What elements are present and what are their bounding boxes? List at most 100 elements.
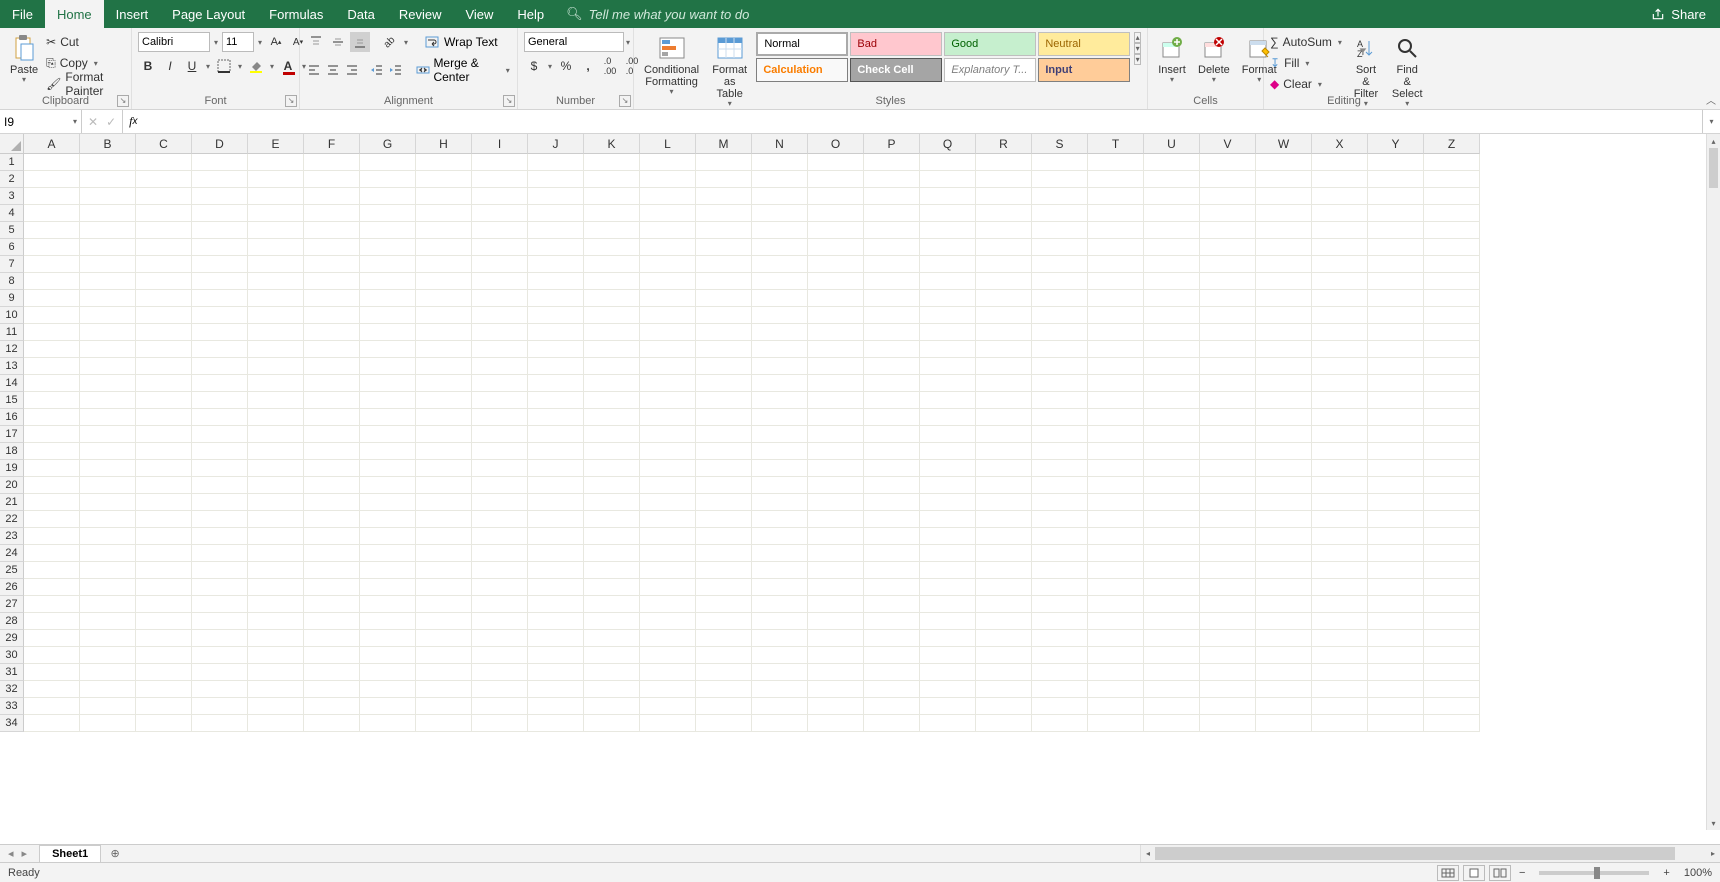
cell[interactable]: [1200, 409, 1256, 426]
cell[interactable]: [1032, 715, 1088, 732]
cell[interactable]: [24, 698, 80, 715]
cell[interactable]: [696, 290, 752, 307]
cell[interactable]: [864, 307, 920, 324]
cell[interactable]: [1088, 647, 1144, 664]
tab-home[interactable]: Home: [45, 0, 104, 28]
cell[interactable]: [920, 409, 976, 426]
cell[interactable]: [920, 392, 976, 409]
cell[interactable]: [752, 698, 808, 715]
row-header[interactable]: 22: [0, 511, 24, 528]
cell[interactable]: [1368, 358, 1424, 375]
cell[interactable]: [80, 494, 136, 511]
cell[interactable]: [1200, 188, 1256, 205]
cell[interactable]: [584, 324, 640, 341]
cell[interactable]: [1088, 307, 1144, 324]
cell[interactable]: [1368, 477, 1424, 494]
cell[interactable]: [976, 477, 1032, 494]
cell[interactable]: [584, 511, 640, 528]
cell[interactable]: [24, 426, 80, 443]
style-check-cell[interactable]: Check Cell: [850, 58, 942, 82]
cell[interactable]: [528, 239, 584, 256]
decrease-indent-icon[interactable]: [369, 60, 386, 80]
cell[interactable]: [304, 375, 360, 392]
cell[interactable]: [1200, 596, 1256, 613]
cell[interactable]: [136, 341, 192, 358]
cell[interactable]: [808, 715, 864, 732]
cell[interactable]: [1200, 273, 1256, 290]
cell[interactable]: [80, 545, 136, 562]
cell[interactable]: [80, 528, 136, 545]
cell[interactable]: [472, 256, 528, 273]
style-bad[interactable]: Bad: [850, 32, 942, 56]
chevron-down-icon[interactable]: ▾: [73, 117, 77, 126]
cell[interactable]: [416, 460, 472, 477]
cell[interactable]: [1088, 341, 1144, 358]
cell[interactable]: [696, 341, 752, 358]
cell[interactable]: [472, 630, 528, 647]
cell[interactable]: [976, 562, 1032, 579]
cell[interactable]: [584, 494, 640, 511]
cell[interactable]: [976, 392, 1032, 409]
cell[interactable]: [640, 409, 696, 426]
autosum-button[interactable]: ∑ AutoSum ▾: [1270, 32, 1344, 52]
cell[interactable]: [80, 681, 136, 698]
cell[interactable]: [80, 477, 136, 494]
cell[interactable]: [192, 681, 248, 698]
cell[interactable]: [192, 290, 248, 307]
cell[interactable]: [696, 222, 752, 239]
fill-button[interactable]: ↧ Fill ▾: [1270, 53, 1344, 73]
cell[interactable]: [80, 307, 136, 324]
cell[interactable]: [864, 154, 920, 171]
cell[interactable]: [1032, 358, 1088, 375]
cell[interactable]: [24, 188, 80, 205]
row-header[interactable]: 30: [0, 647, 24, 664]
cell[interactable]: [752, 528, 808, 545]
cell[interactable]: [528, 290, 584, 307]
dialog-launcher-icon[interactable]: ↘: [619, 95, 631, 107]
cell[interactable]: [1424, 443, 1480, 460]
cell[interactable]: [864, 494, 920, 511]
dialog-launcher-icon[interactable]: ↘: [117, 95, 129, 107]
cell[interactable]: [584, 188, 640, 205]
cell[interactable]: [416, 358, 472, 375]
cell[interactable]: [1200, 664, 1256, 681]
cell[interactable]: [640, 239, 696, 256]
cell[interactable]: [416, 494, 472, 511]
cell[interactable]: [808, 545, 864, 562]
column-header[interactable]: M: [696, 134, 752, 154]
cells-area[interactable]: [24, 154, 1706, 830]
column-header[interactable]: B: [80, 134, 136, 154]
cell[interactable]: [1312, 715, 1368, 732]
sheet-nav-prev-icon[interactable]: ◂: [8, 847, 14, 860]
cell[interactable]: [528, 341, 584, 358]
cell[interactable]: [1312, 426, 1368, 443]
cell[interactable]: [864, 562, 920, 579]
cell[interactable]: [976, 681, 1032, 698]
cell[interactable]: [976, 358, 1032, 375]
row-header[interactable]: 17: [0, 426, 24, 443]
tab-view[interactable]: View: [453, 0, 505, 28]
increase-decimal-icon[interactable]: .0.00: [600, 56, 620, 76]
cell[interactable]: [248, 239, 304, 256]
cell[interactable]: [976, 630, 1032, 647]
cell[interactable]: [416, 579, 472, 596]
cell[interactable]: [1032, 154, 1088, 171]
cell[interactable]: [696, 562, 752, 579]
cell[interactable]: [528, 579, 584, 596]
cell[interactable]: [808, 324, 864, 341]
cell[interactable]: [640, 460, 696, 477]
cell[interactable]: [360, 613, 416, 630]
cell[interactable]: [1312, 681, 1368, 698]
cell[interactable]: [1368, 647, 1424, 664]
cell[interactable]: [192, 205, 248, 222]
cell[interactable]: [1256, 222, 1312, 239]
cell[interactable]: [696, 715, 752, 732]
cell[interactable]: [808, 375, 864, 392]
cell[interactable]: [248, 307, 304, 324]
cell[interactable]: [1200, 205, 1256, 222]
cell[interactable]: [1088, 715, 1144, 732]
cell[interactable]: [1424, 171, 1480, 188]
cell[interactable]: [1144, 222, 1200, 239]
cell[interactable]: [1368, 307, 1424, 324]
cell[interactable]: [1200, 613, 1256, 630]
